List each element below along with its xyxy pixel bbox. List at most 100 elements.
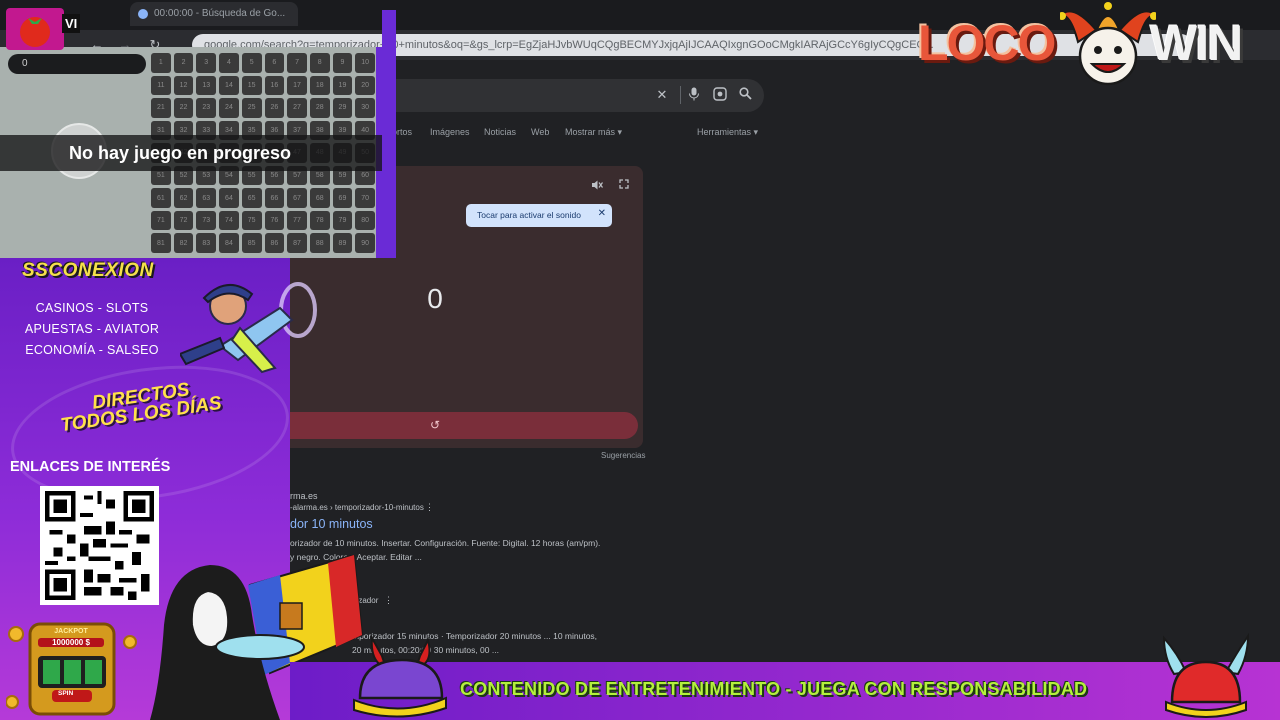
bingo-cell: 26 [264, 98, 285, 118]
mute-icon[interactable] [590, 179, 604, 193]
tab-images[interactable]: Imágenes [430, 127, 470, 137]
bingo-cell: 30 [355, 98, 375, 118]
jester-mascot-icon [1060, 2, 1156, 86]
bingo-cell: 63 [196, 188, 217, 208]
timer-reset-button[interactable]: ↺ [232, 412, 638, 439]
bingo-cell: 79 [332, 210, 353, 231]
bingo-frame [382, 10, 396, 258]
bingo-cell: 22 [173, 98, 194, 118]
bingo-cell: 61 [151, 188, 171, 208]
bingo-cell: 80 [355, 210, 375, 231]
clear-icon[interactable]: ✕ [654, 87, 670, 103]
bingo-cell: 75 [241, 210, 262, 231]
bingo-cell: 66 [264, 188, 285, 208]
bingo-cell: 20 [355, 75, 375, 96]
tab-tools[interactable]: Herramientas ▾ [697, 127, 758, 138]
bingo-cell: 28 [309, 98, 330, 118]
bingo-cell: 72 [173, 210, 194, 231]
bingo-cell: 87 [287, 233, 307, 253]
result-title[interactable]: dor 10 minutos [290, 517, 373, 531]
bingo-cell: 18 [309, 75, 330, 96]
tab-favicon-icon [138, 9, 148, 19]
bingo-cell: 68 [309, 188, 330, 208]
bingo-cell: 74 [219, 210, 239, 231]
result-snippet: orizador de 10 minutos. Insertar. Config… [290, 538, 601, 548]
links-title: ENLACES DE INTERÉS [10, 459, 171, 475]
sound-tooltip[interactable]: Tocar para activar el sonido ✕ [466, 204, 612, 227]
bingo-cell: 64 [219, 188, 239, 208]
tab-web[interactable]: Web [531, 127, 549, 137]
bingo-cell: 19 [332, 75, 353, 96]
bingo-cell: 83 [196, 233, 217, 253]
bingo-cell: 69 [332, 188, 353, 208]
close-icon[interactable]: ✕ [598, 208, 606, 219]
tab-more[interactable]: Mostrar más ▾ [565, 127, 622, 138]
bingo-cell: 8 [309, 53, 330, 73]
brand-name: SSCONEXION [22, 260, 154, 281]
bingo-cell: 14 [219, 75, 239, 96]
bingo-cell: 3 [196, 53, 217, 73]
responsible-gaming-disclaimer: CONTENIDO DE ENTRETENIMIENTO - JUEGA CON… [460, 679, 1088, 699]
bingo-cell: 1 [151, 53, 171, 73]
bingo-cell: 70 [355, 188, 375, 208]
tab-news[interactable]: Noticias [484, 127, 516, 137]
more-options-icon[interactable]: ⋮ [425, 502, 434, 513]
fullscreen-icon[interactable] [617, 179, 631, 193]
tomato-logo-icon [6, 8, 64, 50]
bingo-cell: 21 [151, 98, 171, 118]
chevron-down-icon: ▾ [617, 127, 623, 137]
search-box[interactable] [380, 79, 764, 112]
suggestions-link[interactable]: Sugerencias [601, 451, 645, 460]
bingo-cell: 17 [287, 75, 307, 96]
search-divider [680, 86, 681, 104]
bingo-cell: 88 [309, 233, 330, 253]
bingo-cell: 11 [151, 75, 171, 96]
bingo-cell: 13 [196, 75, 217, 96]
bingo-cell: 77 [287, 210, 307, 231]
bingo-cell: 15 [241, 75, 262, 96]
slot-machine-icon [6, 622, 137, 716]
bingo-cell: 5 [241, 53, 262, 73]
bingo-cell: 76 [264, 210, 285, 231]
bingo-cell: 90 [355, 233, 375, 253]
tooltip-text: Tocar para activar el sonido [477, 210, 581, 220]
qr-code-icon [45, 491, 154, 600]
spin-label: SPIN [58, 690, 74, 697]
timer-display: 0 [427, 283, 443, 314]
bingo-cell: 84 [219, 233, 239, 253]
brand-logo-win: WIN [1150, 15, 1243, 71]
winged-hat-icon [1162, 632, 1250, 718]
bingo-cell: 65 [241, 188, 262, 208]
bingo-cell: 24 [219, 98, 239, 118]
result-site-name: rma.es [290, 491, 318, 501]
browser-tab[interactable]: 00:00:00 - Búsqueda de Go... [130, 2, 298, 26]
search-icon[interactable] [737, 87, 753, 103]
bingo-cell: 62 [173, 188, 194, 208]
result-url[interactable]: -alarma.es › temporizador-10-minutos [290, 503, 424, 512]
bingo-cell: 7 [287, 53, 307, 73]
camera-lens-icon[interactable] [712, 87, 728, 103]
bingo-cell: 6 [264, 53, 285, 73]
bingo-cell: 73 [196, 210, 217, 231]
tab-title: 00:00:00 - Búsqueda de Go... [154, 8, 286, 19]
bingo-cell: 10 [355, 53, 375, 73]
bingo-cell: 67 [287, 188, 307, 208]
bingo-cell: 71 [151, 210, 171, 231]
topic-line: ECONOMÍA - SALSEO [25, 343, 159, 357]
bingo-status: No hay juego en progreso [69, 143, 292, 163]
more-options-icon[interactable]: ⋮ [384, 595, 393, 606]
microphone-icon[interactable] [686, 87, 702, 103]
jackpot-value: 1000000 $ [38, 638, 104, 647]
pilot-plane-icon [180, 282, 317, 374]
bingo-cell: 86 [264, 233, 285, 253]
reset-icon: ↺ [429, 418, 441, 432]
bingo-cell: 81 [151, 233, 171, 253]
bingo-number-input[interactable]: 0 [8, 54, 146, 74]
bingo-cell: 25 [241, 98, 262, 118]
bingo-cell: 78 [309, 210, 330, 231]
jackpot-label: JACKPOT [54, 628, 88, 635]
topic-line: CASINOS - SLOTS [35, 301, 149, 315]
bingo-cell: 82 [173, 233, 194, 253]
bingo-cell: 16 [264, 75, 285, 96]
topic-line: APUESTAS - AVIATOR [24, 322, 160, 336]
